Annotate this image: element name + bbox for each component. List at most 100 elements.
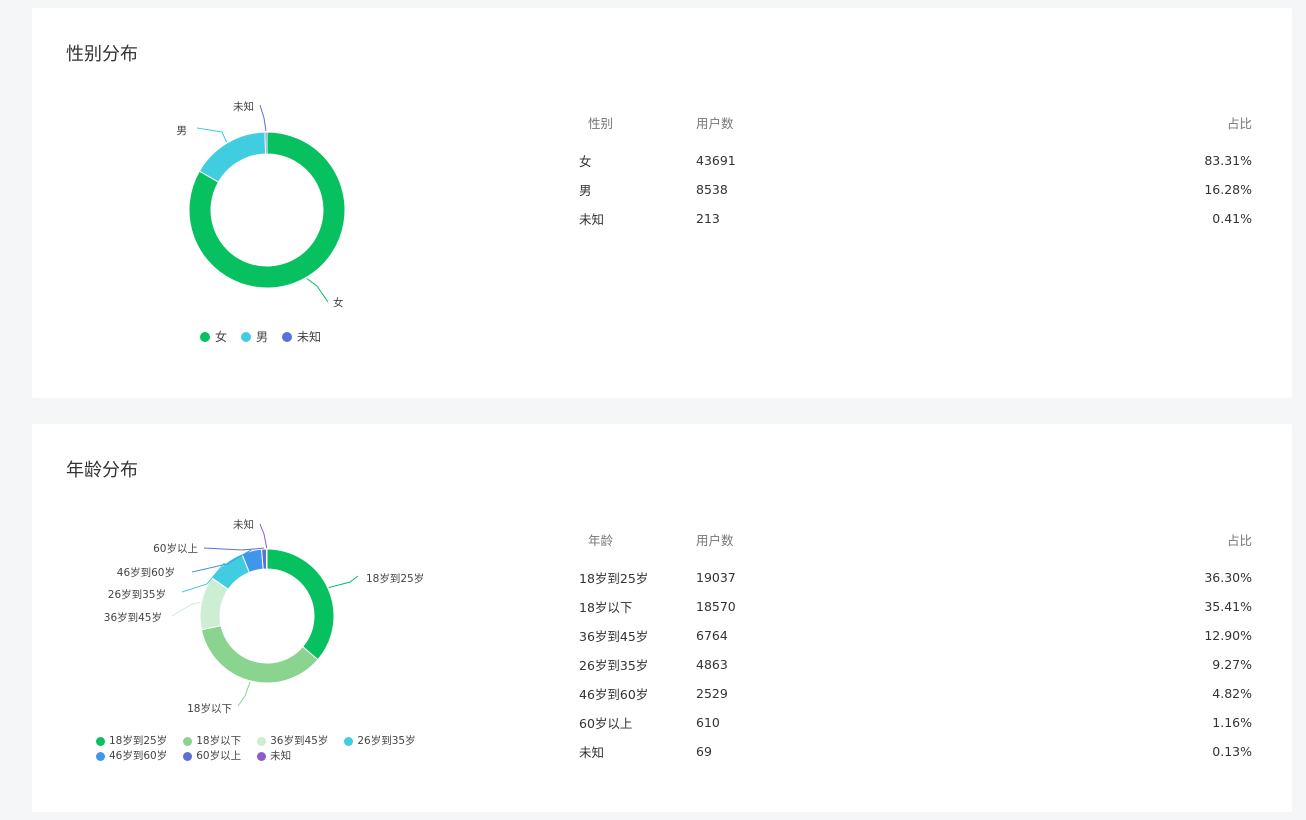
slice-label-7: 未知 (233, 518, 254, 531)
row-label: 46岁到60岁 (579, 687, 649, 702)
legend-label: 60岁以上 (196, 750, 242, 762)
donut-slice-2[interactable] (200, 625, 319, 684)
age-distribution-card: 年龄分布 18岁到25岁 18岁以下 36岁到45岁 26岁到35岁 46岁到60岁 60… (32, 424, 1292, 812)
row-label: 18岁到25岁 (579, 571, 649, 586)
age-legend: 18岁到25岁 18岁以下 36岁到45岁 26岁到35岁 46岁到60岁 60岁以上 未知 (96, 735, 456, 765)
column-header-gender: 性别 (588, 115, 614, 131)
slice-label-2: 男 (177, 125, 188, 137)
donut-slice-2[interactable] (198, 131, 267, 183)
row-count: 69 (696, 744, 712, 759)
legend-swatch (183, 752, 193, 761)
row-percent: 35.41% (1204, 599, 1252, 614)
table-row: 26岁到35岁 4863 9.27% (572, 650, 1262, 679)
slice-label-3: 36岁到45岁 (104, 611, 162, 624)
legend-swatch (282, 331, 293, 342)
table-row: 18岁以下 18570 35.41% (572, 592, 1262, 621)
legend-label: 女 (215, 330, 228, 344)
row-label: 26岁到35岁 (579, 658, 649, 673)
leader-line-2 (196, 127, 228, 143)
column-header-percent: 占比 (1226, 532, 1252, 548)
table-row: 男 8538 16.28% (572, 175, 1262, 204)
row-percent: 9.27% (1212, 657, 1252, 672)
table-row: 18岁到25岁 19037 36.30% (572, 563, 1262, 592)
table-row: 36岁到45岁 6764 12.90% (572, 621, 1262, 650)
legend-item[interactable]: 18岁到25岁 (96, 735, 167, 748)
legend-swatch (96, 737, 105, 746)
legend-label: 46岁到60岁 (109, 750, 168, 762)
column-header-count: 用户数 (696, 532, 734, 548)
legend-item[interactable]: 未知 (257, 750, 291, 763)
slice-label-2: 18岁以下 (187, 702, 232, 715)
donut-slice-3[interactable] (264, 131, 268, 155)
slice-label-5: 46岁到60岁 (117, 566, 175, 579)
legend-label: 未知 (270, 750, 292, 762)
gender-donut-chart: 女 男 未知 (177, 100, 346, 309)
table-row: 46岁到60岁 2529 4.82% (572, 679, 1262, 708)
slice-label-4: 26岁到35岁 (108, 588, 166, 601)
row-count: 4863 (696, 657, 728, 672)
row-count: 18570 (696, 599, 736, 614)
row-label: 60岁以上 (579, 716, 633, 731)
row-label: 未知 (579, 212, 605, 227)
row-count: 610 (696, 715, 720, 730)
column-header-count: 用户数 (696, 115, 734, 131)
legend-item[interactable]: 36岁到45岁 (257, 735, 328, 748)
legend-item[interactable]: 18岁以下 (183, 735, 241, 748)
table-row: 女 43691 83.31% (572, 146, 1262, 175)
legend-swatch (257, 737, 267, 746)
leader-line-1 (306, 277, 329, 303)
row-count: 2529 (696, 686, 728, 701)
row-count: 8538 (696, 182, 728, 197)
legend-item[interactable]: 60岁以上 (183, 750, 241, 763)
table-row: 60岁以上 610 1.16% (572, 708, 1262, 737)
donut-slice-1[interactable] (266, 548, 335, 661)
slice-label-6: 60岁以上 (153, 542, 198, 555)
slice-label-1: 18岁到25岁 (366, 572, 424, 585)
legend-item[interactable]: 女 (200, 328, 227, 345)
legend-label: 36岁到45岁 (270, 735, 329, 747)
age-donut-chart: 18岁到25岁 18岁以下 36岁到45岁 26岁到35岁 46岁到60岁 60岁以上 未知 (104, 518, 424, 715)
row-label: 未知 (579, 745, 605, 760)
table-header-row: 年龄 用户数 占比 (572, 527, 1262, 563)
row-count: 43691 (696, 153, 736, 168)
leader-line-7 (259, 523, 268, 549)
gender-distribution-card: 性别分布 女男未知 女男未知 性别 用户数 占比 女 43691 83.31% … (32, 8, 1292, 398)
legend-item[interactable]: 46岁到60岁 (96, 750, 167, 763)
gender-legend: 女 男 未知 (200, 328, 335, 345)
leader-line-2 (237, 681, 251, 707)
legend-swatch (344, 737, 354, 746)
age-table: 年龄 用户数 占比 18岁到25岁 19037 36.30% 18岁以下 185… (572, 527, 1262, 766)
row-count: 213 (696, 211, 720, 226)
slice-label-3: 未知 (233, 100, 254, 113)
row-percent: 0.13% (1212, 744, 1252, 759)
row-percent: 12.90% (1204, 628, 1252, 643)
row-percent: 36.30% (1204, 570, 1252, 585)
legend-label: 18岁以下 (196, 735, 242, 747)
legend-swatch (257, 752, 267, 761)
legend-item[interactable]: 未知 (282, 328, 321, 345)
table-header-row: 性别 用户数 占比 (572, 110, 1262, 146)
donut-slice-7[interactable] (265, 548, 268, 570)
row-label: 女 (579, 154, 592, 169)
legend-swatch (96, 752, 105, 761)
column-header-age: 年龄 (588, 532, 614, 548)
row-count: 19037 (696, 570, 736, 585)
table-row: 未知 213 0.41% (572, 204, 1262, 233)
row-label: 男 (579, 183, 592, 198)
legend-item[interactable]: 26岁到35岁 (344, 735, 416, 748)
gender-table: 性别 用户数 占比 女 43691 83.31% 男 8538 16.28% 未… (572, 110, 1262, 233)
legend-item[interactable]: 男 (241, 328, 268, 345)
row-count: 6764 (696, 628, 728, 643)
column-header-percent: 占比 (1226, 115, 1252, 131)
legend-label: 26岁到35岁 (357, 735, 416, 747)
leader-line-1 (328, 575, 359, 589)
row-label: 18岁以下 (579, 600, 633, 615)
row-label: 36岁到45岁 (579, 629, 649, 644)
legend-label: 未知 (297, 330, 322, 344)
legend-swatch (183, 737, 193, 746)
row-percent: 83.31% (1204, 153, 1252, 168)
slice-label-1: 女 (333, 296, 344, 309)
table-row: 未知 69 0.13% (572, 737, 1262, 766)
leader-line-3 (259, 104, 267, 132)
legend-label: 18岁到25岁 (109, 735, 168, 747)
